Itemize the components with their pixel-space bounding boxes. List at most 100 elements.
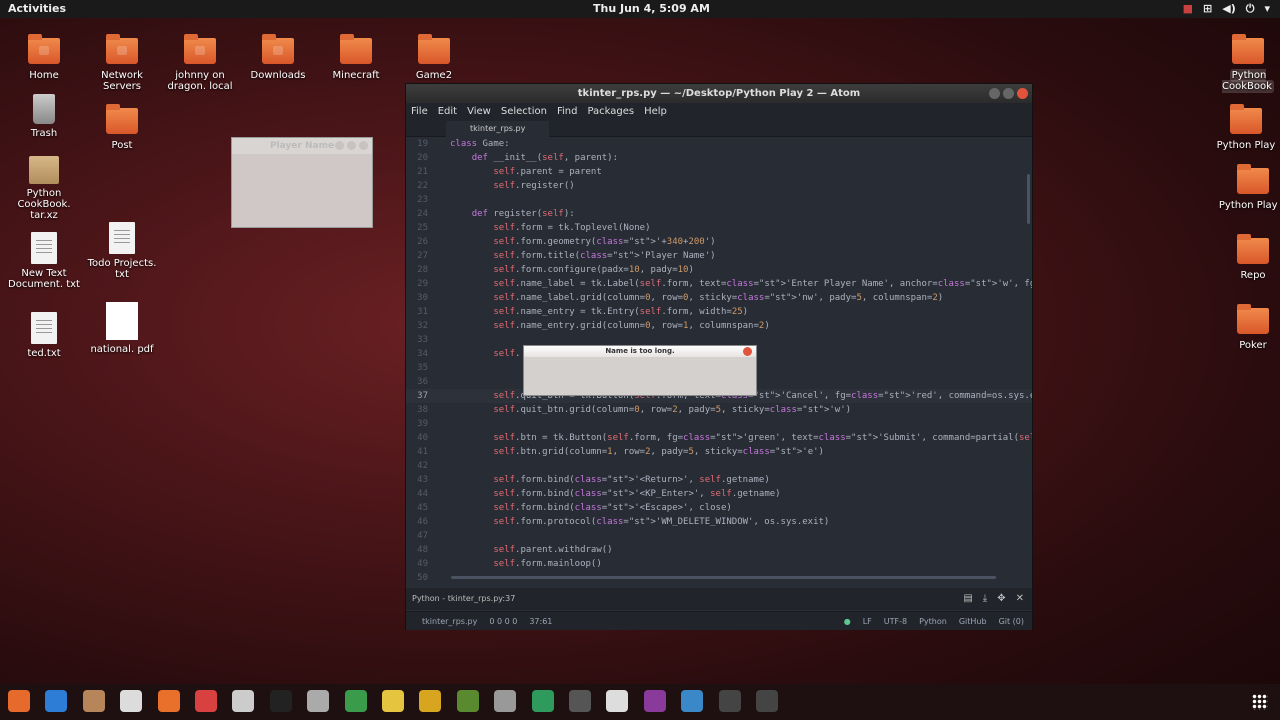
line-number[interactable]: 43 xyxy=(406,473,428,487)
code-line[interactable]: 31 self.name_entry = tk.Entry(self.form,… xyxy=(406,305,1032,319)
line-number[interactable]: 33 xyxy=(406,333,428,347)
line-number[interactable]: 36 xyxy=(406,375,428,389)
menu-selection[interactable]: Selection xyxy=(501,103,547,121)
status-encoding[interactable]: UTF-8 xyxy=(884,612,907,631)
volume-icon[interactable]: ◀) xyxy=(1222,2,1236,16)
desktop-icon-todo-projects[interactable]: Todo Projects. txt xyxy=(85,222,159,280)
status-grammar[interactable]: Python xyxy=(919,612,947,631)
move-icon[interactable]: ✥ xyxy=(997,588,1005,610)
settings-icon[interactable] xyxy=(195,690,217,712)
message-box-titlebar[interactable]: Name is too long. xyxy=(524,346,756,357)
code-text[interactable]: self.parent.withdraw() xyxy=(450,543,612,557)
desktop-icon-johnny-on-dragon[interactable]: johnny on dragon. local xyxy=(163,34,237,92)
close-icon[interactable] xyxy=(1017,88,1028,99)
status-github[interactable]: GitHub xyxy=(959,612,987,631)
line-number[interactable]: 30 xyxy=(406,291,428,305)
vertical-scrollbar[interactable] xyxy=(1027,174,1030,224)
line-number[interactable]: 22 xyxy=(406,179,428,193)
menu-edit[interactable]: Edit xyxy=(438,103,457,121)
atom-icon[interactable] xyxy=(531,690,554,712)
line-number[interactable]: 26 xyxy=(406,235,428,249)
camera-icon[interactable] xyxy=(307,690,330,712)
code-line[interactable]: 24 def register(self): xyxy=(406,207,1032,221)
code-text[interactable]: self.quit_btn.grid(column=0, row=2, pady… xyxy=(450,403,851,417)
media-icon[interactable] xyxy=(643,690,666,712)
firefox-icon[interactable] xyxy=(8,690,30,712)
line-number[interactable]: 27 xyxy=(406,249,428,263)
code-line[interactable]: 19 class Game: xyxy=(406,137,1032,151)
maximize-icon[interactable] xyxy=(347,141,356,150)
save-icon[interactable]: ▤ xyxy=(963,588,972,610)
code-line[interactable]: 47 xyxy=(406,529,1032,543)
code-text[interactable]: self.parent = parent xyxy=(450,165,601,179)
code-text[interactable]: self.form.mainloop() xyxy=(450,557,601,571)
menu-find[interactable]: Find xyxy=(557,103,578,121)
code-line[interactable]: 32 self.name_entry.grid(column=0, row=1,… xyxy=(406,319,1032,333)
tab-tkinter-rps[interactable]: tkinter_rps.py xyxy=(446,121,550,137)
code-line[interactable]: 48 self.parent.withdraw() xyxy=(406,543,1032,557)
desktop-icon-python-play[interactable]: Python Play xyxy=(1209,104,1280,151)
line-number[interactable]: 40 xyxy=(406,431,428,445)
menu-packages[interactable]: Packages xyxy=(587,103,634,121)
code-text[interactable]: class Game: xyxy=(450,137,510,151)
line-number[interactable]: 21 xyxy=(406,165,428,179)
code-line[interactable]: 44 self.form.bind(class="st">'<KP_Enter>… xyxy=(406,487,1032,501)
desktop-icon-network-servers[interactable]: Network Servers xyxy=(85,34,159,92)
chevron-down-icon[interactable]: ▾ xyxy=(1264,2,1270,16)
line-number[interactable]: 34 xyxy=(406,347,428,361)
line-number[interactable]: 41 xyxy=(406,445,428,459)
code-text[interactable]: self.form.bind(class="st">'<KP_Enter>', … xyxy=(450,487,780,501)
code-text[interactable]: self.form.protocol(class="st">'WM_DELETE… xyxy=(450,515,829,529)
code-line[interactable]: 27 self.form.title(class="st">'Player Na… xyxy=(406,249,1032,263)
code-line[interactable]: 22 self.register() xyxy=(406,179,1032,193)
disk-icon[interactable] xyxy=(120,690,143,712)
maximize-icon[interactable] xyxy=(1003,88,1014,99)
line-number[interactable]: 46 xyxy=(406,515,428,529)
code-line[interactable]: 20 def __init__(self, parent): xyxy=(406,151,1032,165)
desktop-icon-home[interactable]: Home xyxy=(7,34,81,81)
money-icon[interactable] xyxy=(419,690,442,712)
code-line[interactable]: 38 self.quit_btn.grid(column=0, row=2, p… xyxy=(406,403,1032,417)
notes-icon[interactable] xyxy=(382,690,404,712)
code-line[interactable]: 41 self.btn.grid(column=1, row=2, pady=5… xyxy=(406,445,1032,459)
minimize-icon[interactable] xyxy=(989,88,1000,99)
code-line[interactable]: 29 self.name_label = tk.Label(self.form,… xyxy=(406,277,1032,291)
desktop-icon-minecraft[interactable]: Minecraft xyxy=(319,34,393,81)
code-text[interactable]: self.form.bind(class="st">'<Escape>', cl… xyxy=(450,501,731,515)
desktop-icon-python-play-2[interactable]: Python Play 2 xyxy=(1216,164,1280,211)
window-icon[interactable] xyxy=(718,690,741,712)
window-titlebar[interactable]: Player Name xyxy=(232,138,372,154)
line-number[interactable]: 47 xyxy=(406,529,428,543)
code-line[interactable]: 39 xyxy=(406,417,1032,431)
desktop-icon-repo[interactable]: Repo xyxy=(1216,234,1280,281)
globe-icon[interactable] xyxy=(681,690,704,712)
inkscape-icon[interactable] xyxy=(569,690,591,712)
game-icon[interactable] xyxy=(494,690,517,712)
line-number[interactable]: 37 xyxy=(406,389,428,403)
clock[interactable]: Thu Jun 4, 5:09 AM xyxy=(593,2,710,15)
code-line[interactable]: 49 self.form.mainloop() xyxy=(406,557,1032,571)
code-text[interactable]: self.btn.grid(column=1, row=2, pady=5, s… xyxy=(450,445,824,459)
minecraft-icon[interactable] xyxy=(456,690,479,712)
desktop-icon-new-text-document[interactable]: New Text Document. txt xyxy=(7,232,81,290)
status-file[interactable]: tkinter_rps.py xyxy=(422,612,477,631)
code-text[interactable]: self.name_label.grid(column=0, row=0, st… xyxy=(450,291,943,305)
software-icon[interactable] xyxy=(157,690,180,712)
line-number[interactable]: 38 xyxy=(406,403,428,417)
horizontal-scrollbar[interactable] xyxy=(451,576,996,579)
code-line[interactable]: 30 self.name_label.grid(column=0, row=0,… xyxy=(406,291,1032,305)
code-text[interactable]: self. xyxy=(450,347,520,361)
line-number[interactable]: 49 xyxy=(406,557,428,571)
desktop-icon-national-pdf[interactable]: national. pdf xyxy=(85,302,159,355)
terminal-icon[interactable] xyxy=(269,690,292,712)
code-line[interactable]: 43 self.form.bind(class="st">'<Return>',… xyxy=(406,473,1032,487)
app-grid-icon[interactable] xyxy=(1252,694,1268,710)
line-number[interactable]: 20 xyxy=(406,151,428,165)
code-line[interactable]: 23 xyxy=(406,193,1032,207)
power-icon[interactable]: ⏻ xyxy=(1246,2,1255,16)
desktop-icon-poker[interactable]: Poker xyxy=(1216,304,1280,351)
window-titlebar[interactable]: tkinter_rps.py — ~/Desktop/Python Play 2… xyxy=(406,84,1032,103)
code-text[interactable]: def register(self): xyxy=(450,207,575,221)
status-cursor[interactable]: 37:61 xyxy=(529,612,552,631)
status-diagnostics[interactable]: 0 0 0 0 xyxy=(489,612,517,631)
